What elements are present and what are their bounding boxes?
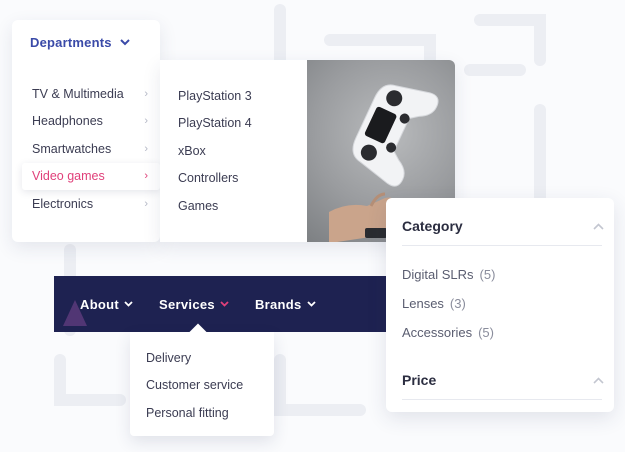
services-dropdown-list: Delivery Customer service Personal fitti…	[146, 344, 243, 427]
chevron-up-icon	[593, 222, 604, 230]
chevron-right-icon: ›	[144, 142, 148, 155]
decorative-triangle	[63, 300, 87, 326]
chevron-right-icon: ›	[144, 197, 148, 210]
submenu-list: PlayStation 3 PlayStation 4 xBox Control…	[178, 82, 252, 220]
option-label: Accessories	[402, 325, 473, 340]
chevron-right-icon: ›	[144, 87, 148, 100]
nav-item-services[interactable]: Services	[159, 297, 229, 312]
department-item-headphones[interactable]: Headphones ›	[22, 108, 160, 136]
department-label: Headphones	[32, 114, 103, 129]
department-label: TV & Multimedia	[32, 86, 124, 101]
dropdown-item-personal-fitting[interactable]: Personal fitting	[146, 399, 243, 427]
department-item-video-games[interactable]: Video games ›	[22, 162, 160, 190]
submenu-item-playstation-4[interactable]: PlayStation 4	[178, 110, 252, 138]
nav-label: Brands	[254, 296, 302, 312]
chevron-down-icon	[306, 301, 316, 307]
submenu-item-playstation-3[interactable]: PlayStation 3	[178, 82, 252, 110]
departments-list: TV & Multimedia › Headphones › Smartwatc…	[22, 80, 160, 218]
chevron-right-icon: ›	[144, 170, 148, 183]
option-label: Lenses	[402, 296, 444, 311]
dropdown-item-customer-service[interactable]: Customer service	[146, 372, 243, 400]
departments-toggle[interactable]: Departments	[30, 34, 130, 50]
price-filter-header[interactable]: Price	[402, 370, 604, 390]
category-option-lenses[interactable]: Lenses (3)	[402, 289, 495, 318]
category-options: Digital SLRs (5) Lenses (3) Accessories …	[402, 260, 495, 347]
department-item-tv-multimedia[interactable]: TV & Multimedia ›	[22, 80, 160, 108]
nav-item-about[interactable]: About	[80, 297, 133, 312]
department-item-electronics[interactable]: Electronics ›	[22, 190, 160, 218]
departments-title: Departments	[30, 34, 112, 50]
option-count: (5)	[478, 325, 494, 340]
chevron-down-icon	[124, 301, 133, 307]
department-item-smartwatches[interactable]: Smartwatches ›	[22, 135, 160, 163]
chevron-up-icon	[593, 376, 604, 384]
department-label: Smartwatches	[32, 141, 112, 156]
department-label: Electronics	[32, 196, 94, 211]
category-option-digital-slrs[interactable]: Digital SLRs (5)	[402, 260, 495, 289]
departments-menu: Departments TV & Multimedia › Headphones…	[12, 20, 160, 242]
chevron-right-icon: ›	[144, 115, 148, 128]
chevron-down-icon	[220, 301, 229, 307]
submenu-item-games[interactable]: Games	[178, 192, 252, 220]
submenu-item-xbox[interactable]: xBox	[178, 137, 252, 165]
submenu-item-controllers[interactable]: Controllers	[178, 165, 252, 193]
price-divider	[402, 399, 602, 400]
price-title: Price	[402, 372, 437, 388]
dropdown-item-delivery[interactable]: Delivery	[146, 344, 243, 372]
chevron-down-icon	[119, 38, 130, 45]
department-label: Video games	[32, 169, 105, 184]
option-label: Digital SLRs	[402, 267, 474, 282]
services-dropdown: Delivery Customer service Personal fitti…	[130, 332, 274, 436]
top-navbar: About Services Brands	[54, 276, 394, 332]
category-title: Category	[402, 218, 463, 234]
category-filter-header[interactable]: Category	[402, 216, 604, 236]
filter-panel: Category Digital SLRs (5) Lenses (3) Acc…	[386, 198, 614, 412]
nav-item-brands[interactable]: Brands	[255, 297, 316, 312]
category-divider	[402, 245, 602, 246]
option-count: (5)	[479, 267, 496, 282]
nav-label: Services	[159, 296, 215, 312]
option-count: (3)	[449, 296, 466, 311]
category-option-accessories[interactable]: Accessories (5)	[402, 318, 495, 347]
